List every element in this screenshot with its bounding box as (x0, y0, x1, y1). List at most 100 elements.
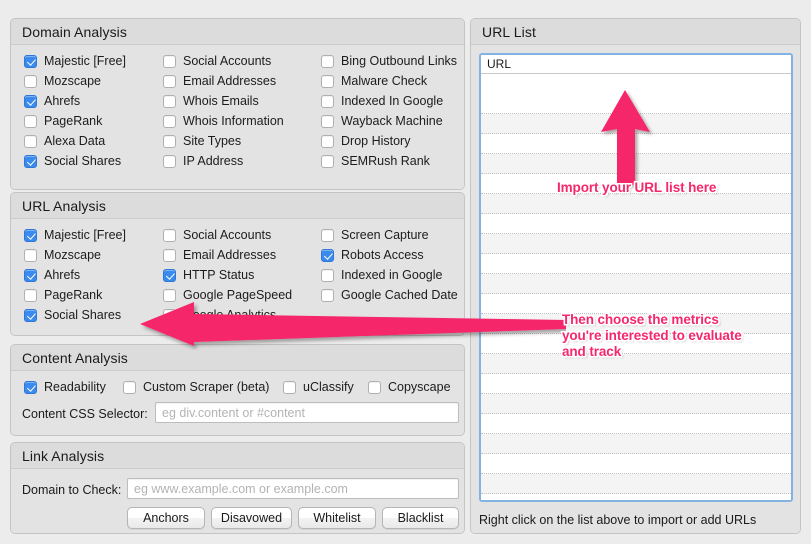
checkbox-row[interactable]: Whois Emails (163, 93, 259, 109)
checkbox-unchecked-icon[interactable] (163, 228, 176, 242)
checkbox-unchecked-icon[interactable] (163, 154, 176, 168)
checkbox-row[interactable]: Social Shares (24, 153, 121, 169)
checkbox-unchecked-icon[interactable] (24, 288, 37, 302)
checkbox-row[interactable]: PageRank (24, 113, 102, 129)
url-listbox[interactable]: URL (479, 53, 793, 502)
checkbox-row[interactable]: Wayback Machine (321, 113, 443, 129)
checkbox-row[interactable]: PageRank (24, 287, 102, 303)
checkbox-row[interactable]: Majestic [Free] (24, 227, 126, 243)
checkbox-unchecked-icon[interactable] (163, 94, 176, 108)
content-css-selector-input[interactable] (155, 402, 459, 423)
checkbox-unchecked-icon[interactable] (123, 380, 136, 394)
checkbox-unchecked-icon[interactable] (321, 74, 334, 88)
anchors-button[interactable]: Anchors (127, 507, 205, 529)
checkbox-row[interactable]: Indexed In Google (321, 93, 443, 109)
checkbox-unchecked-icon[interactable] (163, 308, 176, 322)
url-list-row[interactable] (481, 74, 791, 94)
url-list-row[interactable] (481, 414, 791, 434)
checkbox-row[interactable]: Mozscape (24, 73, 101, 89)
whitelist-button[interactable]: Whitelist (298, 507, 376, 529)
checkbox-unchecked-icon[interactable] (321, 154, 334, 168)
url-list-row[interactable] (481, 374, 791, 394)
checkbox-row[interactable]: Majestic [Free] (24, 53, 126, 69)
checkbox-checked-icon[interactable] (24, 154, 37, 168)
checkbox-unchecked-icon[interactable] (24, 248, 37, 262)
url-list-row[interactable] (481, 154, 791, 174)
url-list-row[interactable] (481, 114, 791, 134)
checkbox-unchecked-icon[interactable] (24, 114, 37, 128)
checkbox-row[interactable]: Alexa Data (24, 133, 105, 149)
checkbox-unchecked-icon[interactable] (163, 114, 176, 128)
disavowed-button[interactable]: Disavowed (211, 507, 292, 529)
checkbox-row[interactable]: Social Shares (24, 307, 121, 323)
url-list-row[interactable] (481, 134, 791, 154)
url-list-body: URL Right click on the list above to imp… (471, 45, 800, 533)
checkbox-row[interactable]: Social Accounts (163, 53, 271, 69)
checkbox-checked-icon[interactable] (24, 228, 37, 242)
checkbox-checked-icon[interactable] (321, 248, 334, 262)
checkbox-row[interactable]: Readability (24, 379, 106, 395)
url-list-row[interactable] (481, 434, 791, 454)
domain-to-check-input[interactable] (127, 478, 459, 499)
url-list-row[interactable] (481, 474, 791, 494)
checkbox-row[interactable]: Indexed in Google (321, 267, 442, 283)
checkbox-checked-icon[interactable] (163, 268, 176, 282)
url-list-row[interactable] (481, 294, 791, 314)
checkbox-checked-icon[interactable] (24, 54, 37, 68)
checkbox-row[interactable]: Screen Capture (321, 227, 429, 243)
checkbox-unchecked-icon[interactable] (321, 134, 334, 148)
checkbox-unchecked-icon[interactable] (321, 94, 334, 108)
checkbox-unchecked-icon[interactable] (368, 380, 381, 394)
checkbox-row[interactable]: SEMRush Rank (321, 153, 430, 169)
checkbox-row[interactable]: Google PageSpeed (163, 287, 292, 303)
url-list-rows[interactable] (481, 74, 791, 500)
checkbox-unchecked-icon[interactable] (321, 54, 334, 68)
checkbox-row[interactable]: Google Cached Date (321, 287, 458, 303)
checkbox-label: Readability (44, 380, 106, 394)
checkbox-row[interactable]: Copyscape (368, 379, 451, 395)
checkbox-checked-icon[interactable] (24, 268, 37, 282)
checkbox-unchecked-icon[interactable] (321, 288, 334, 302)
checkbox-row[interactable]: Bing Outbound Links (321, 53, 457, 69)
url-list-row[interactable] (481, 194, 791, 214)
checkbox-row[interactable]: Email Addresses (163, 247, 276, 263)
checkbox-row[interactable]: Google Analytics (163, 307, 276, 323)
checkbox-row[interactable]: Malware Check (321, 73, 427, 89)
checkbox-unchecked-icon[interactable] (321, 228, 334, 242)
url-list-row[interactable] (481, 274, 791, 294)
checkbox-unchecked-icon[interactable] (24, 134, 37, 148)
checkbox-unchecked-icon[interactable] (163, 134, 176, 148)
checkbox-checked-icon[interactable] (24, 380, 37, 394)
checkbox-row[interactable]: Email Addresses (163, 73, 276, 89)
checkbox-unchecked-icon[interactable] (163, 248, 176, 262)
checkbox-row[interactable]: Site Types (163, 133, 241, 149)
checkbox-checked-icon[interactable] (24, 94, 37, 108)
url-list-row[interactable] (481, 234, 791, 254)
checkbox-checked-icon[interactable] (24, 308, 37, 322)
url-list-row[interactable] (481, 394, 791, 414)
checkbox-row[interactable]: HTTP Status (163, 267, 254, 283)
checkbox-row[interactable]: Drop History (321, 133, 410, 149)
checkbox-unchecked-icon[interactable] (283, 380, 296, 394)
checkbox-row[interactable]: Mozscape (24, 247, 101, 263)
url-list-row[interactable] (481, 94, 791, 114)
checkbox-row[interactable]: IP Address (163, 153, 243, 169)
checkbox-row[interactable]: Ahrefs (24, 93, 80, 109)
checkbox-row[interactable]: uClassify (283, 379, 354, 395)
checkbox-unchecked-icon[interactable] (321, 114, 334, 128)
url-list-row[interactable] (481, 494, 791, 500)
checkbox-unchecked-icon[interactable] (163, 288, 176, 302)
url-list-row[interactable] (481, 214, 791, 234)
blacklist-button[interactable]: Blacklist (382, 507, 459, 529)
url-list-row[interactable] (481, 454, 791, 474)
checkbox-row[interactable]: Social Accounts (163, 227, 271, 243)
url-list-row[interactable] (481, 254, 791, 274)
checkbox-unchecked-icon[interactable] (321, 268, 334, 282)
checkbox-row[interactable]: Robots Access (321, 247, 424, 263)
checkbox-row[interactable]: Whois Information (163, 113, 284, 129)
checkbox-unchecked-icon[interactable] (24, 74, 37, 88)
checkbox-unchecked-icon[interactable] (163, 74, 176, 88)
checkbox-row[interactable]: Custom Scraper (beta) (123, 379, 269, 395)
checkbox-row[interactable]: Ahrefs (24, 267, 80, 283)
checkbox-unchecked-icon[interactable] (163, 54, 176, 68)
